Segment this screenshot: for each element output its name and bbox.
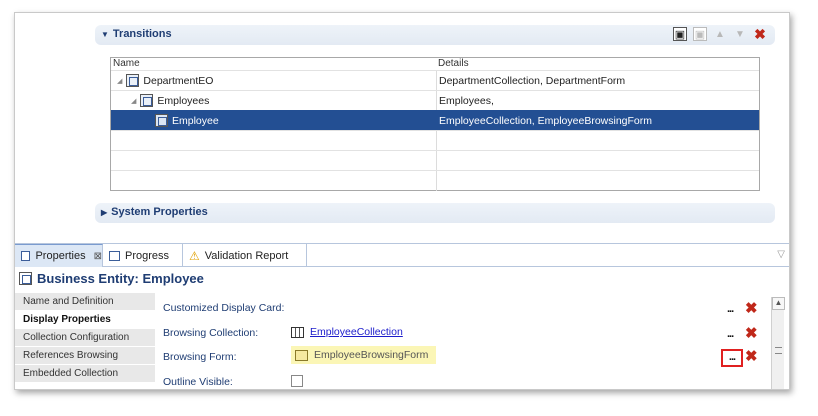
- collection-icon: [140, 94, 154, 107]
- row-name: Employee: [172, 114, 219, 127]
- tab-properties-label: Properties: [35, 250, 86, 262]
- editor-window: ▼ Transitions ▣ ▣ ▲ ▼ ✖ Name Details ◢ De…: [14, 12, 790, 390]
- empty-row: [111, 170, 759, 190]
- expand-arrow-icon[interactable]: ◢: [117, 77, 122, 85]
- entity-icon: [19, 272, 32, 285]
- nav-embedded-collection[interactable]: Embedded Collection: [15, 365, 155, 383]
- browsing-collection-browse-button[interactable]: ...: [727, 328, 734, 340]
- system-properties-label: System Properties: [111, 206, 208, 218]
- tree-header: Name Details: [111, 58, 759, 70]
- tree-row-selected[interactable]: Employee EmployeeCollection, EmployeeBro…: [111, 110, 759, 130]
- view-tab-bar: Properties ⊠ Progress ⚠ Validation Repor…: [15, 243, 789, 267]
- move-up-icon[interactable]: ▲: [713, 27, 727, 41]
- properties-title: Business Entity: Employee: [19, 271, 204, 286]
- browsing-form-browse-button[interactable]: ...: [721, 349, 743, 367]
- outline-visible-label: Outline Visible:: [163, 376, 233, 388]
- row-details: EmployeeCollection, EmployeeBrowsingForm: [439, 115, 653, 127]
- browsing-form-value: EmployeeBrowsingForm: [291, 346, 437, 364]
- column-header-details[interactable]: Details: [438, 58, 469, 69]
- entity-icon: [126, 74, 140, 87]
- edit-entity-icon[interactable]: ▣: [693, 27, 707, 41]
- display-card-browse-button[interactable]: ...: [727, 303, 734, 315]
- tab-progress-label: Progress: [125, 249, 170, 262]
- table-icon: [291, 326, 304, 338]
- properties-side-nav: Name and Definition Display Properties C…: [15, 293, 155, 383]
- transitions-toolbar: ▣ ▣ ▲ ▼ ✖: [673, 26, 767, 42]
- outline-visible-checkbox[interactable]: [291, 375, 303, 387]
- tab-validation-report[interactable]: ⚠ Validation Report: [183, 244, 307, 267]
- browsing-collection-link[interactable]: EmployeeCollection: [310, 326, 403, 338]
- browsing-form-label: Browsing Form:: [163, 351, 237, 363]
- expand-arrow-icon[interactable]: ◢: [131, 97, 136, 105]
- nav-name-and-definition[interactable]: Name and Definition: [15, 293, 155, 311]
- row-details: DepartmentCollection, DepartmentForm: [439, 75, 626, 87]
- row-name: DepartmentEO: [143, 74, 214, 87]
- properties-title-text: Business Entity: Employee: [37, 271, 204, 286]
- display-card-label: Customized Display Card:: [163, 302, 285, 314]
- progress-icon: [109, 250, 120, 261]
- entity-icon: [155, 114, 168, 127]
- nav-references-browsing[interactable]: References Browsing: [15, 347, 155, 365]
- display-card-delete-icon[interactable]: ✖: [745, 299, 758, 317]
- outline-visible-field: [291, 375, 303, 387]
- view-menu-chevron-icon[interactable]: ▽: [777, 249, 785, 260]
- browsing-collection-delete-icon[interactable]: ✖: [745, 324, 758, 342]
- browsing-form-text[interactable]: EmployeeBrowsingForm: [314, 349, 428, 361]
- add-entity-icon[interactable]: ▣: [673, 27, 687, 41]
- transitions-title[interactable]: ▼ Transitions: [101, 28, 172, 40]
- transitions-label: Transitions: [112, 28, 172, 40]
- vertical-scrollbar[interactable]: ▲: [771, 297, 785, 389]
- tree-row[interactable]: ◢ DepartmentEO DepartmentCollection, Dep…: [111, 70, 759, 90]
- browsing-form-delete-icon[interactable]: ✖: [745, 347, 758, 365]
- close-icon[interactable]: ⊠: [94, 251, 102, 262]
- delete-icon[interactable]: ✖: [753, 26, 767, 42]
- tab-validation-label: Validation Report: [204, 249, 289, 262]
- properties-panel: Business Entity: Employee Name and Defin…: [15, 267, 789, 389]
- warning-icon: ⚠: [189, 248, 200, 263]
- empty-row: [111, 130, 759, 150]
- column-header-name[interactable]: Name: [113, 58, 140, 69]
- tree-row[interactable]: ◢ Employees Employees,: [111, 90, 759, 110]
- form-icon: [295, 349, 308, 361]
- system-properties-title[interactable]: ▶ System Properties: [101, 206, 208, 218]
- expand-triangle-icon[interactable]: ▶: [101, 208, 107, 217]
- nav-collection-configuration[interactable]: Collection Configuration: [15, 329, 155, 347]
- transitions-editor: ▼ Transitions ▣ ▣ ▲ ▼ ✖ Name Details ◢ De…: [15, 13, 789, 243]
- move-down-icon[interactable]: ▼: [733, 27, 747, 41]
- collapse-triangle-icon[interactable]: ▼: [101, 30, 109, 39]
- system-properties-section-header[interactable]: ▶ System Properties: [95, 203, 775, 223]
- empty-row: [111, 150, 759, 170]
- browsing-collection-value: EmployeeCollection: [291, 326, 403, 338]
- browsing-collection-label: Browsing Collection:: [163, 327, 259, 339]
- row-details: Employees,: [439, 95, 494, 107]
- tab-progress[interactable]: Progress: [103, 244, 183, 267]
- scroll-thumb[interactable]: [775, 347, 782, 354]
- properties-icon: [21, 251, 31, 261]
- nav-display-properties[interactable]: Display Properties: [15, 311, 155, 329]
- tab-properties[interactable]: Properties ⊠: [15, 244, 103, 267]
- row-name: Employees: [157, 94, 210, 107]
- scroll-up-arrow-icon[interactable]: ▲: [772, 297, 785, 310]
- transitions-tree-table: Name Details ◢ DepartmentEO DepartmentCo…: [110, 57, 760, 191]
- transitions-section-header[interactable]: ▼ Transitions ▣ ▣ ▲ ▼ ✖: [95, 25, 775, 45]
